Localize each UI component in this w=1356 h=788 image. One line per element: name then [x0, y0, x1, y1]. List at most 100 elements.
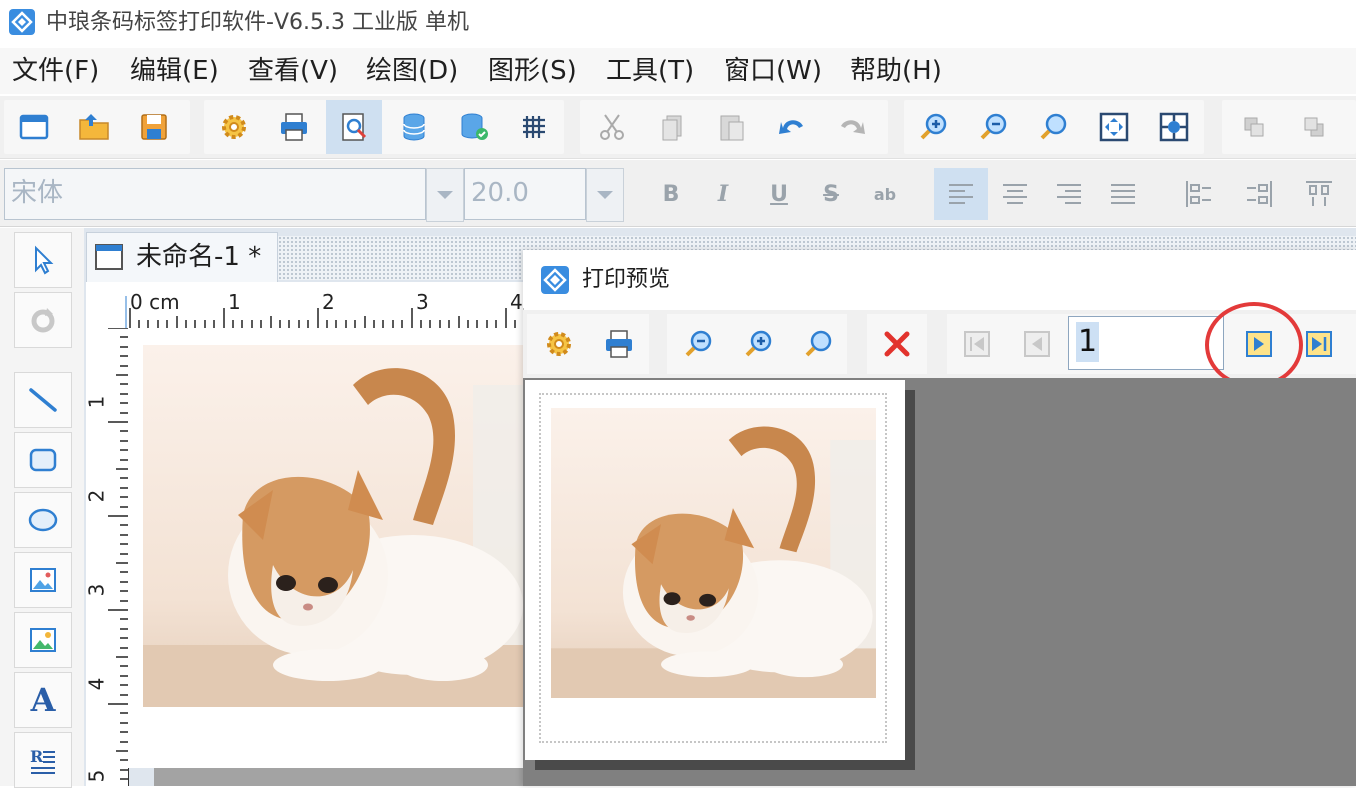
font-name-combo[interactable]: 宋体 — [4, 168, 426, 220]
save-icon — [141, 114, 167, 140]
rich-text-tool-button[interactable]: R — [14, 732, 72, 788]
image-icon — [30, 568, 56, 592]
app-logo-icon — [9, 9, 35, 35]
rectangle-tool-button[interactable] — [14, 432, 72, 488]
align-objects-top-button[interactable] — [1292, 168, 1346, 220]
print-preview-button[interactable] — [326, 100, 382, 154]
copy-button[interactable] — [644, 100, 700, 154]
strikethrough-button[interactable]: S — [804, 168, 858, 220]
preview-title: 打印预览 — [582, 267, 671, 292]
preview-zoom-in-button[interactable] — [733, 318, 785, 370]
align-objects-left-button[interactable] — [1172, 168, 1226, 220]
print-button[interactable] — [266, 100, 322, 154]
chevron-down-icon — [437, 191, 453, 199]
rotate-tool-button[interactable] — [14, 292, 72, 348]
actual-size-icon — [1159, 112, 1189, 142]
select-tool-button[interactable] — [14, 232, 72, 288]
preview-app-icon — [541, 266, 569, 294]
main-toolbar — [0, 96, 1356, 159]
grid-button[interactable] — [506, 100, 562, 154]
undo-button[interactable] — [764, 100, 820, 154]
text-tool-label: A — [30, 681, 56, 719]
bring-forward-button[interactable] — [1226, 100, 1282, 154]
align-objects-top-icon — [1306, 181, 1332, 206]
zoom-icon — [1040, 113, 1067, 140]
menu-draw[interactable]: 绘图(D) — [366, 54, 458, 88]
image-tool-button[interactable] — [14, 552, 72, 608]
database-connect-button[interactable] — [446, 100, 502, 154]
ruler-v-tick-2: 2 — [84, 489, 109, 503]
last-page-icon — [1306, 331, 1332, 357]
settings-gear-icon — [547, 332, 571, 356]
underline-button[interactable]: U — [752, 168, 806, 220]
zoom-in-button[interactable] — [906, 100, 962, 154]
open-folder-icon — [79, 114, 109, 140]
preview-cat-image — [551, 408, 876, 698]
line-icon — [29, 388, 57, 412]
cat-image[interactable] — [143, 345, 527, 707]
ruler-h-tick-1: 1 — [228, 290, 241, 314]
print-icon — [606, 330, 632, 358]
database-button[interactable] — [386, 100, 442, 154]
align-right-button[interactable] — [1042, 168, 1096, 220]
zoom-out-button[interactable] — [966, 100, 1022, 154]
cut-icon — [600, 114, 624, 140]
redo-button[interactable] — [824, 100, 880, 154]
copy-icon — [662, 115, 682, 141]
grid-icon — [523, 116, 545, 138]
save-button[interactable] — [126, 100, 182, 154]
font-size-dropdown[interactable] — [586, 168, 624, 222]
new-document-button[interactable] — [6, 100, 62, 154]
menu-edit[interactable]: 编辑(E) — [130, 54, 219, 88]
preview-print-button[interactable] — [593, 318, 645, 370]
align-objects-right-button[interactable] — [1232, 168, 1286, 220]
menu-shape[interactable]: 图形(S) — [488, 54, 577, 88]
menu-window[interactable]: 窗口(W) — [724, 54, 822, 88]
zoom-icon — [805, 330, 832, 357]
line-tool-button[interactable] — [14, 372, 72, 428]
settings-gear-icon — [222, 115, 246, 139]
italic-button[interactable]: I — [696, 168, 750, 220]
actual-size-button[interactable] — [1146, 100, 1202, 154]
fit-page-icon — [1099, 112, 1129, 142]
horizontal-ruler: 0 cm 1 2 3 4 — [86, 282, 526, 329]
align-justify-button[interactable] — [1096, 168, 1150, 220]
first-page-button[interactable] — [951, 318, 1003, 370]
align-center-icon — [1003, 184, 1027, 204]
cut-button[interactable] — [584, 100, 640, 154]
ellipse-tool-button[interactable] — [14, 492, 72, 548]
preview-close-button[interactable] — [871, 318, 923, 370]
ruler-h-tick-2: 2 — [322, 290, 335, 314]
settings-button[interactable] — [206, 100, 262, 154]
font-size-combo[interactable]: 20.0 — [464, 168, 586, 220]
ellipse-icon — [28, 508, 58, 532]
preview-zoom-out-button[interactable] — [673, 318, 725, 370]
ruler-v-tick-5: 5 — [84, 769, 109, 783]
send-backward-button[interactable] — [1286, 100, 1342, 154]
preview-settings-button[interactable] — [533, 318, 585, 370]
font-size-value: 20.0 — [471, 178, 529, 208]
font-name-dropdown[interactable] — [426, 168, 464, 222]
menu-file[interactable]: 文件(F) — [12, 54, 99, 88]
align-right-icon — [1057, 184, 1081, 204]
bold-button[interactable]: B — [644, 168, 698, 220]
align-objects-left-icon — [1186, 181, 1211, 207]
align-left-button[interactable] — [934, 168, 988, 220]
open-button[interactable] — [66, 100, 122, 154]
bring-forward-icon — [1244, 117, 1264, 137]
document-window-icon — [95, 244, 123, 270]
paste-button[interactable] — [704, 100, 760, 154]
menu-view[interactable]: 查看(V) — [248, 54, 338, 88]
previous-page-button[interactable] — [1011, 318, 1063, 370]
fit-page-button[interactable] — [1086, 100, 1142, 154]
menu-help[interactable]: 帮助(H) — [850, 54, 942, 88]
text-tool-button[interactable]: A — [14, 672, 72, 728]
picture-tool-button[interactable] — [14, 612, 72, 668]
preview-zoom-button[interactable] — [793, 318, 845, 370]
zoom-button[interactable] — [1026, 100, 1082, 154]
close-x-icon — [884, 331, 910, 357]
align-center-button[interactable] — [988, 168, 1042, 220]
menu-bar: 文件(F) 编辑(E) 查看(V) 绘图(D) 图形(S) 工具(T) 窗口(W… — [0, 48, 1356, 94]
text-spacing-button[interactable]: ab — [858, 168, 912, 220]
menu-tools[interactable]: 工具(T) — [606, 54, 694, 88]
